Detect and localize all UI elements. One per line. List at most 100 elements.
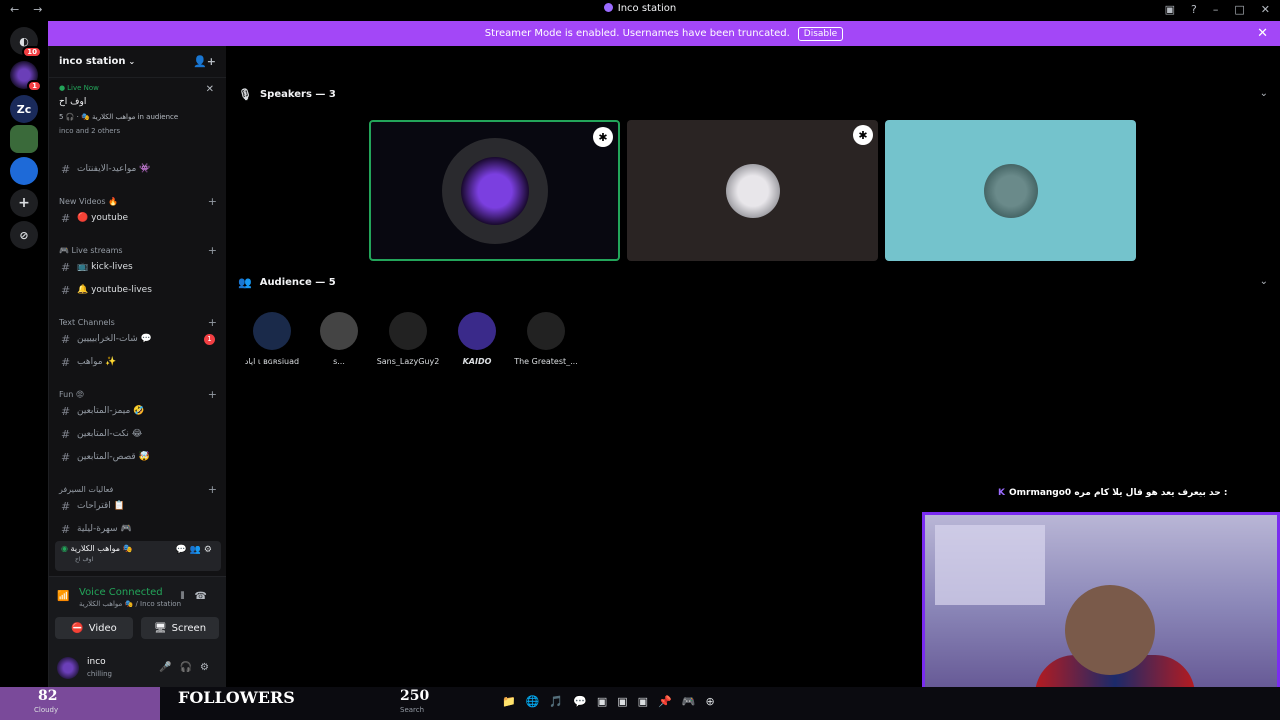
add-server-icon[interactable]: + — [10, 189, 38, 217]
channel-item[interactable]: # مواهب ✨ — [55, 353, 221, 371]
explore-icon[interactable]: ⊘ — [10, 221, 38, 249]
close-icon[interactable]: ✕ — [1257, 26, 1268, 41]
channel-name: قصص-المتابعين 🤯 — [77, 452, 150, 462]
mention-badge: 1 — [204, 333, 215, 345]
live-stage-card[interactable]: Live Now اوف اح مواهب الكلارية 🎭 · 🎧 5 i… — [55, 82, 220, 148]
channel-item[interactable]: # نكت-المتابعين 😂 — [55, 425, 221, 443]
speakers-header: 🎙 Speakers — 3 — [238, 88, 336, 101]
stage-channel-name: مواهب الكلارية 🎭 — [70, 544, 133, 553]
photoshop-icon[interactable]: ▣ — [617, 695, 627, 708]
server-icon — [603, 3, 613, 12]
add-channel-icon[interactable]: + — [208, 483, 217, 496]
moderator-icon: ✱ — [593, 127, 613, 147]
stage-channel-active[interactable]: ◉ مواهب الكلارية 🎭 اوف اح 💬👥⚙ — [55, 541, 221, 571]
server-header[interactable]: inco station ⌄ 👤+ — [49, 46, 226, 78]
home-badge: 10 — [22, 46, 42, 58]
close-window-button[interactable]: ✕ — [1261, 3, 1270, 16]
signal-icon[interactable]: 📶 — [57, 591, 69, 602]
category-live-streams[interactable]: 🎮 Live streams + — [59, 244, 221, 257]
close-icon[interactable]: ✕ — [206, 84, 214, 95]
channel-name: شات-الخرابيييين 💬 — [77, 334, 152, 344]
premiere-icon[interactable]: ▣ — [597, 695, 607, 708]
disconnect-icon[interactable]: ☎ — [195, 591, 217, 602]
audience-member[interactable]: s... — [307, 312, 371, 366]
server-avatar[interactable] — [10, 125, 38, 153]
avatar[interactable] — [57, 657, 79, 679]
audience-member[interactable]: اياد ι ʙɢʀsiuad — [240, 312, 304, 366]
after-effects-icon[interactable]: ▣ — [638, 695, 648, 708]
category-label: 🎮 Live streams — [59, 246, 123, 255]
server-badge: 1 — [27, 80, 42, 92]
microphone-icon[interactable]: 🎤 — [159, 662, 179, 673]
channel-item[interactable]: # 📺 kick-lives — [55, 258, 221, 276]
chevron-down-icon[interactable]: ⌄ — [1260, 276, 1268, 287]
channel-name: 📺 kick-lives — [77, 262, 133, 272]
pinterest-icon[interactable]: 📌 — [658, 695, 672, 708]
hash-icon: # — [61, 427, 71, 441]
add-user-icon[interactable]: 👤+ — [193, 55, 216, 68]
channel-item[interactable]: # 🔔 youtube-lives — [55, 281, 221, 299]
channel-item[interactable]: # قصص-المتابعين 🤯 — [55, 448, 221, 466]
audience-name: KAIDO — [462, 357, 492, 366]
channel-name: سهرة-ليلية 🎮 — [77, 524, 132, 534]
server-inco-station[interactable]: 1 — [10, 61, 42, 92]
channel-item[interactable]: # ميمز-المتابعين 🤣 — [55, 402, 221, 420]
headphones-icon[interactable]: 🎧 — [180, 662, 200, 673]
user-controls: 🎤🎧⚙ — [159, 662, 217, 673]
chevron-down-icon: ⌄ — [128, 57, 136, 66]
channel-item[interactable]: # سهرة-ليلية 🎮 — [55, 520, 221, 538]
speaker-tile[interactable] — [885, 120, 1136, 261]
maximize-button[interactable]: □ — [1234, 3, 1244, 16]
server-zc[interactable]: Zc — [10, 95, 38, 123]
file-explorer-icon[interactable]: 📁 — [502, 695, 516, 708]
streamer-head — [1065, 585, 1155, 675]
whatsapp-icon[interactable]: 💬 — [573, 695, 587, 708]
discord-icon[interactable]: 🎮 — [682, 695, 696, 708]
server-globe-icon[interactable] — [10, 157, 38, 185]
audience-member[interactable]: Sans_LazyGuy2 — [376, 312, 440, 366]
moderator-icon: ✱ — [853, 125, 873, 145]
home-discord-icon[interactable]: ◐ 10 — [10, 27, 42, 58]
screen-label: Screen — [171, 622, 207, 634]
taskbar-search[interactable]: Search — [400, 706, 424, 714]
help-icon[interactable]: ? — [1191, 3, 1197, 16]
chrome-icon[interactable]: ⊕ — [705, 695, 714, 708]
audience-member[interactable]: The Greatest_... — [514, 312, 578, 366]
category-new-videos[interactable]: New Videos 🔥 + — [59, 195, 221, 208]
channel-item[interactable]: # 🔴 youtube — [55, 209, 221, 227]
category-text-channels[interactable]: Text Channels + — [59, 316, 221, 329]
video-button[interactable]: ⛔ Video — [55, 617, 133, 639]
title-bar: ← → Inco station ▣ ? – □ ✕ — [0, 0, 1280, 21]
voice-connected-label[interactable]: Voice Connected — [79, 587, 163, 598]
add-channel-icon[interactable]: + — [208, 195, 217, 208]
channel-item[interactable]: # مواعيد-الايفنتات 👾 — [55, 160, 221, 178]
chevron-down-icon[interactable]: ⌄ — [1260, 88, 1268, 99]
inbox-icon[interactable]: ▣ — [1165, 3, 1175, 16]
speaker-tile[interactable]: ✱ — [369, 120, 620, 261]
speaker-tile[interactable]: ✱ — [627, 120, 878, 261]
audience-member[interactable]: KAIDO — [445, 312, 509, 366]
edge-icon[interactable]: 🌐 — [526, 695, 540, 708]
add-channel-icon[interactable]: + — [208, 316, 217, 329]
minimize-button[interactable]: – — [1213, 3, 1219, 16]
audience-icon: 👥 — [238, 276, 252, 289]
channel-item[interactable]: # اقتراحات 📋 — [55, 497, 221, 515]
stage-people: inco and 2 others — [59, 127, 121, 135]
hash-icon: # — [61, 450, 71, 464]
channel-item[interactable]: # شات-الخرابيييين 💬 1 — [55, 330, 221, 348]
screen-share-button[interactable]: 🖥 Screen — [141, 617, 219, 639]
temperature-value: 82 — [38, 688, 58, 704]
stage-channel-actions[interactable]: 💬👥⚙ — [176, 545, 215, 555]
banner-text: Streamer Mode is enabled. Usernames have… — [484, 28, 790, 39]
add-channel-icon[interactable]: + — [208, 388, 217, 401]
category-fun[interactable]: Fun 😡 + — [59, 388, 221, 401]
category-server-events[interactable]: فعاليات السيرفر + — [59, 483, 221, 496]
hash-icon: # — [61, 499, 71, 513]
window-title: Inco station — [0, 3, 1280, 14]
spotify-icon[interactable]: 🎵 — [549, 695, 563, 708]
disable-button[interactable]: Disable — [797, 26, 844, 41]
gear-icon[interactable]: ⚙ — [200, 662, 217, 673]
noise-suppression-icon[interactable]: ⫴ — [180, 591, 194, 602]
channel-name: مواهب ✨ — [77, 357, 117, 367]
add-channel-icon[interactable]: + — [208, 244, 217, 257]
